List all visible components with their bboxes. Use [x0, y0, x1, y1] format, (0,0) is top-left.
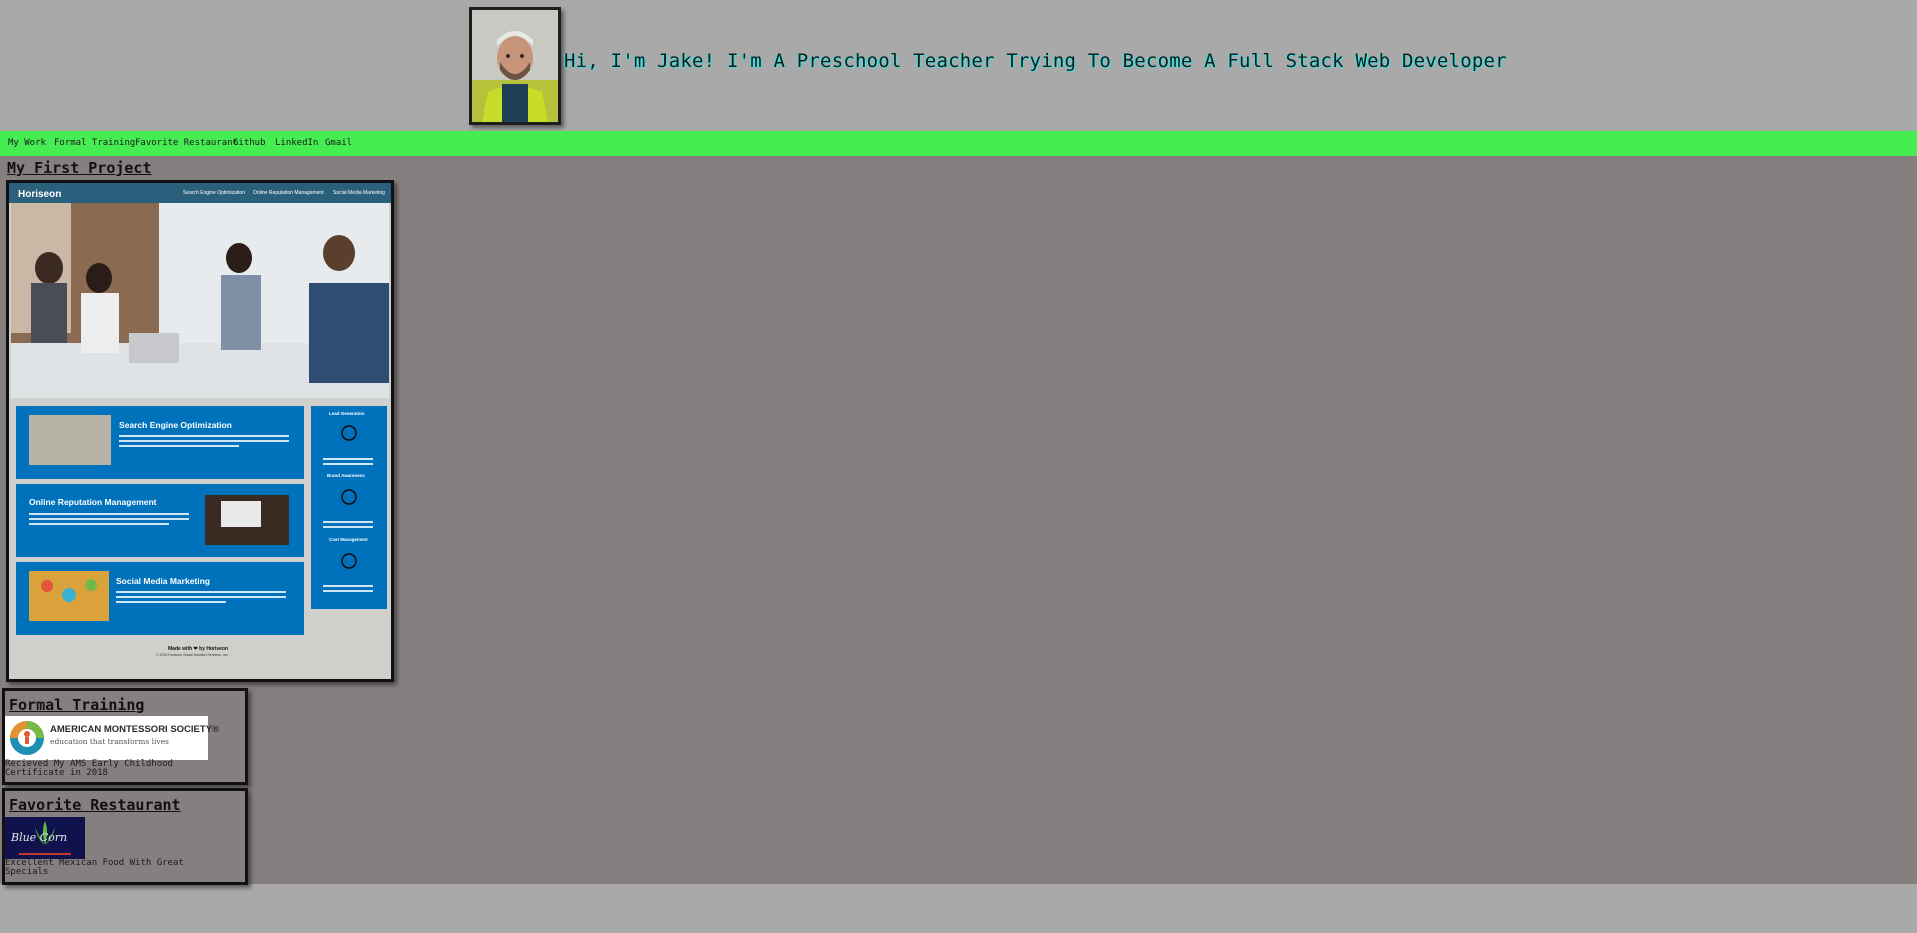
- horiseon-copyright: © 2019 Horiseon Social Solution Services…: [156, 653, 228, 657]
- page-header: Hi, I'm Jake! I'm A Preschool Teacher Tr…: [0, 0, 1917, 131]
- blue-corn-logo-text: Blue Corn: [11, 831, 68, 844]
- ams-logo-tagline: education that transforms lives: [50, 737, 169, 746]
- horiseon-side-cost: Cost Management: [329, 537, 368, 542]
- horiseon-side-lead: Lead Generation: [329, 411, 365, 416]
- nav-link-my-work[interactable]: My Work: [8, 138, 46, 148]
- horiseon-nav-orm: Online Reputation Management: [253, 190, 324, 196]
- horiseon-brand: Horiseon: [18, 189, 61, 200]
- favorite-restaurant-caption-2: Specials: [5, 867, 49, 877]
- profile-photo: [469, 7, 561, 125]
- main-nav: My Work Formal Training Favorite Restaur…: [0, 131, 1917, 156]
- nav-link-favorite-restaurant[interactable]: Favorite Restaurant: [135, 138, 238, 148]
- ams-logo: AMERICAN MONTESSORI SOCIETY® education t…: [5, 716, 219, 760]
- nav-link-linkedin[interactable]: LinkedIn: [275, 138, 318, 148]
- blue-corn-logo: Blue Corn: [5, 817, 85, 859]
- favorite-restaurant-title: Favorite Restaurant: [9, 796, 181, 814]
- horiseon-card-seo: Search Engine Optimization: [119, 420, 232, 430]
- horiseon-side-brand: Brand Awareness: [327, 473, 365, 478]
- horiseon-nav-seo: Search Engine Optimization: [183, 190, 245, 196]
- project-screenshot[interactable]: Horiseon Search Engine Optimization Onli…: [6, 180, 394, 682]
- horiseon-nav-smm: Social Media Marketing: [333, 190, 385, 196]
- formal-training-title: Formal Training: [9, 696, 145, 714]
- page-title: Hi, I'm Jake! I'm A Preschool Teacher Tr…: [564, 50, 1507, 72]
- nav-link-formal-training[interactable]: Formal Training: [54, 138, 135, 148]
- nav-link-gmail[interactable]: Gmail: [325, 138, 352, 148]
- nav-link-github[interactable]: Github: [233, 138, 266, 148]
- horiseon-footer: Made with ❤ by Horiseon: [168, 646, 228, 652]
- ams-logo-text: AMERICAN MONTESSORI SOCIETY®: [50, 724, 220, 735]
- formal-training-caption-2: Certificate in 2018: [5, 768, 108, 778]
- project-title: My First Project: [7, 159, 152, 177]
- horiseon-card-smm: Social Media Marketing: [116, 576, 210, 586]
- horiseon-card-orm: Online Reputation Management: [29, 497, 157, 507]
